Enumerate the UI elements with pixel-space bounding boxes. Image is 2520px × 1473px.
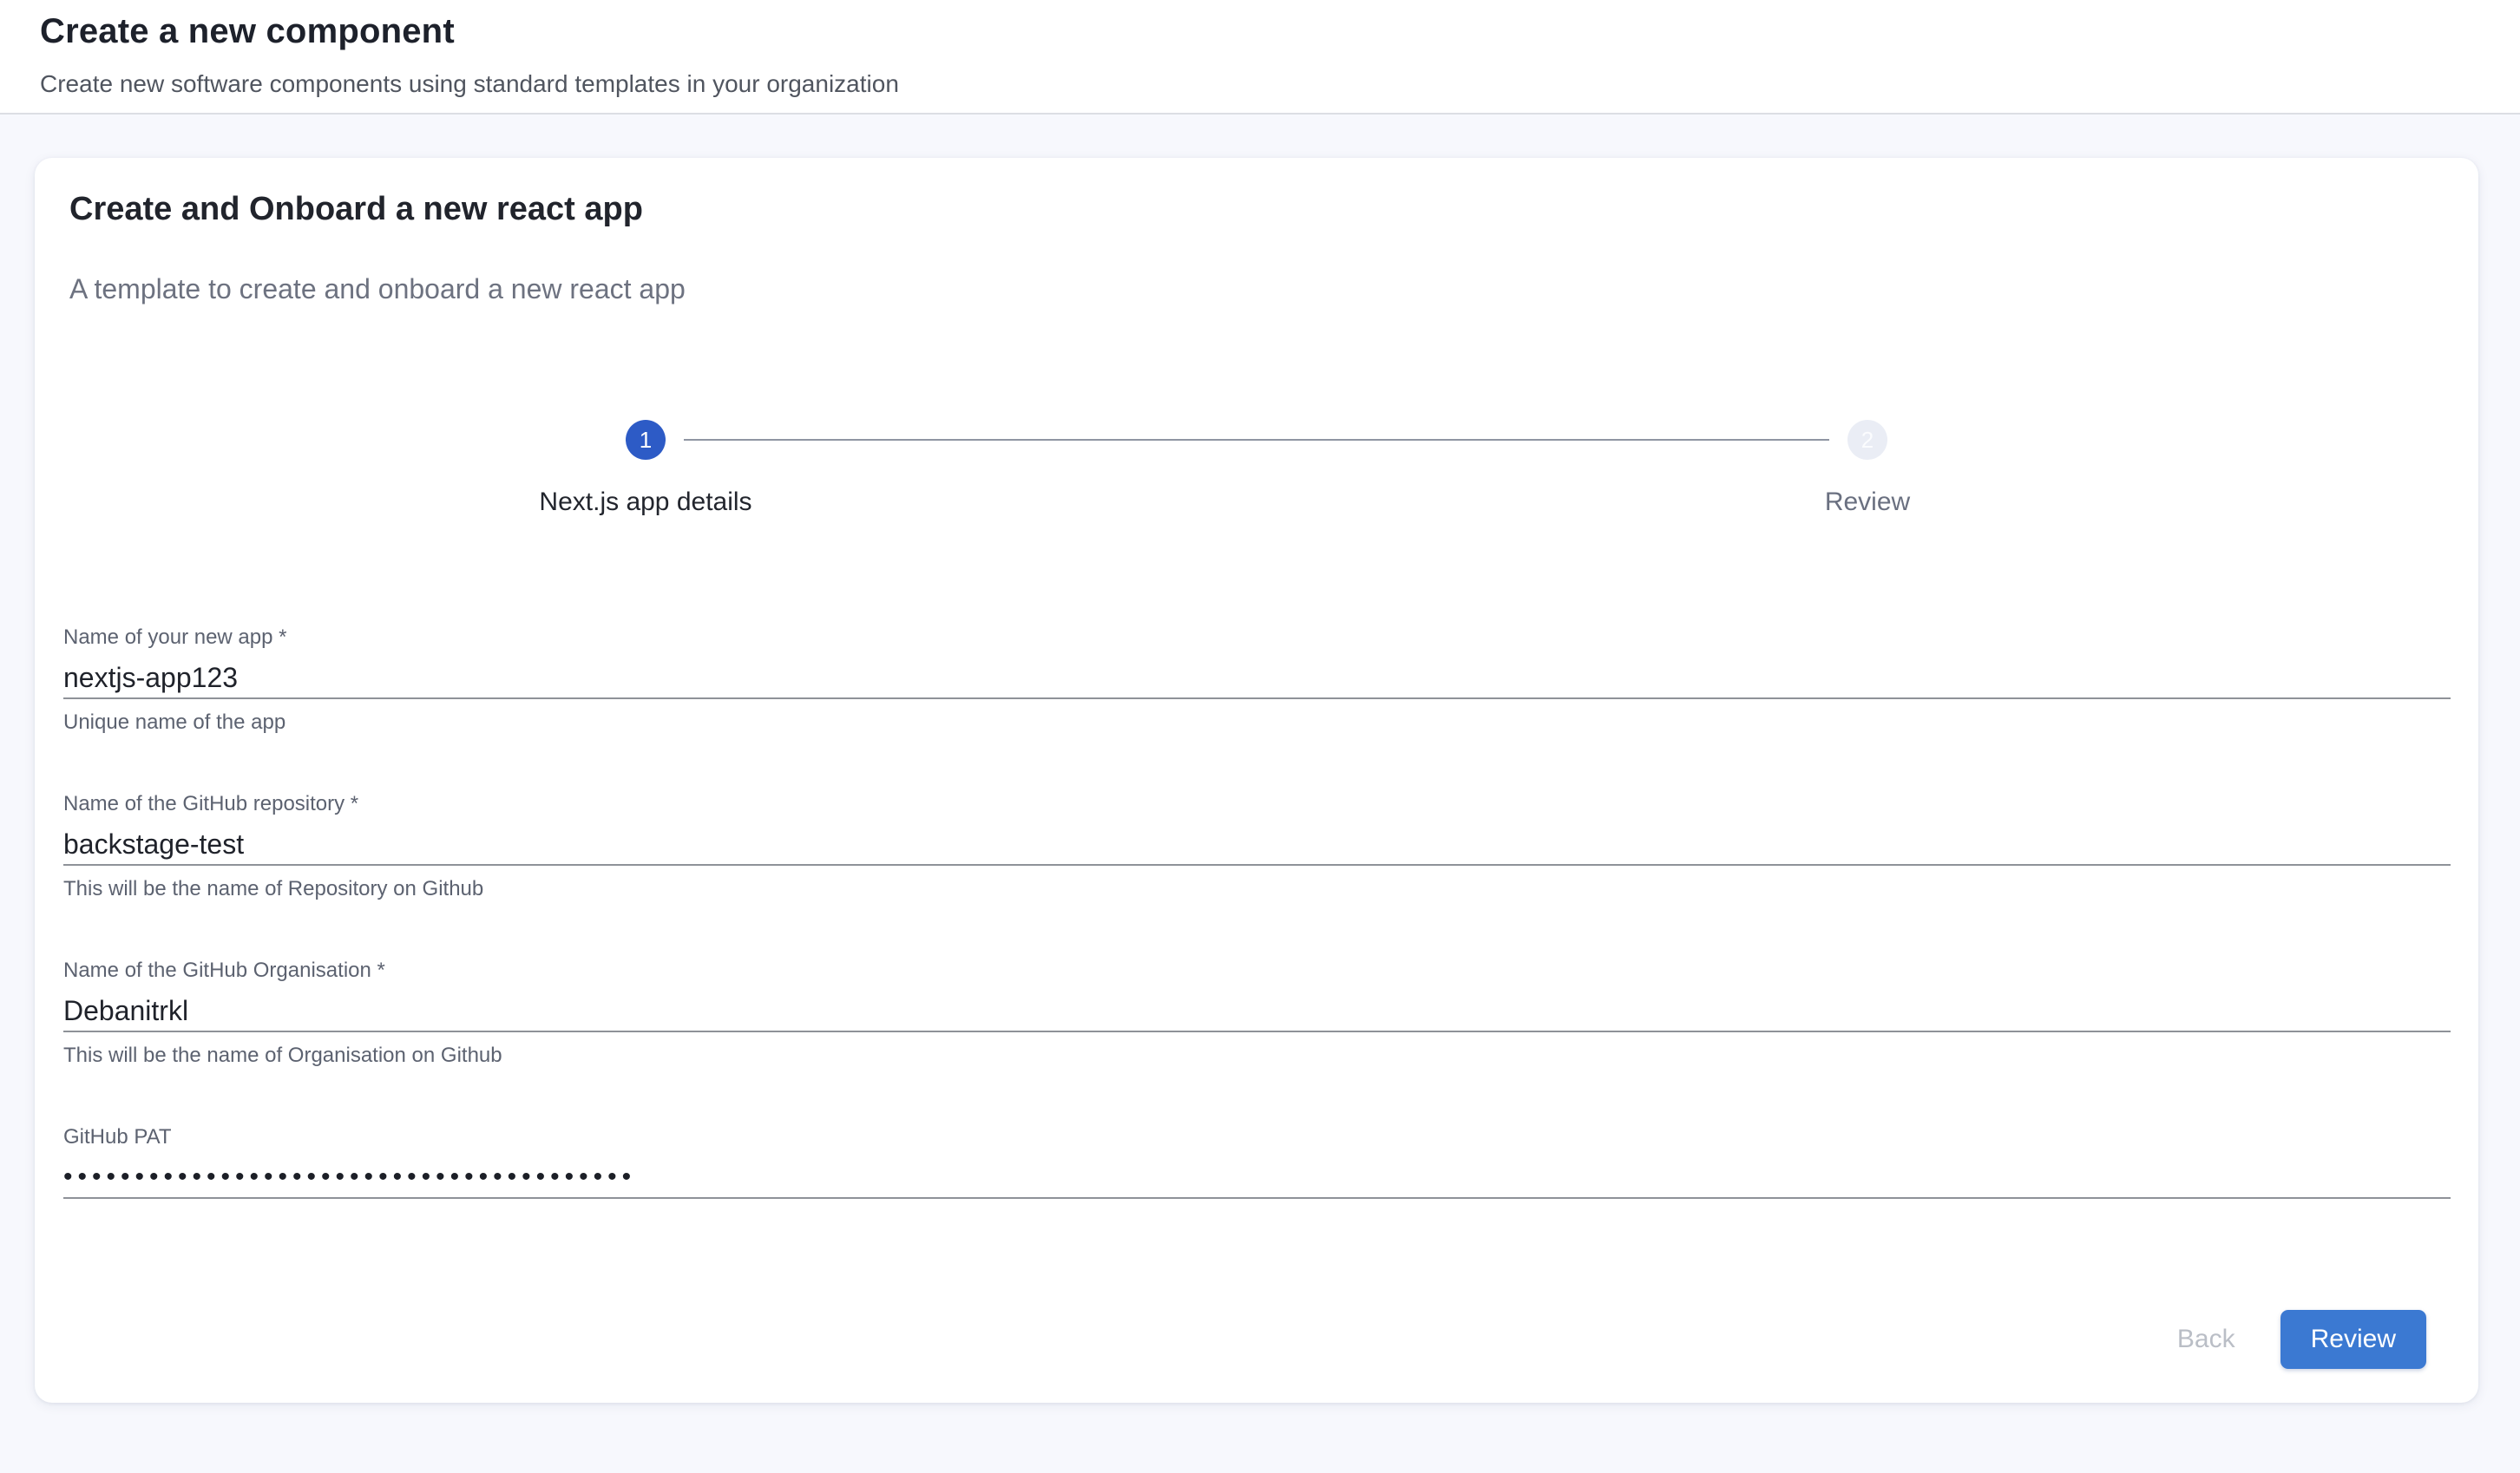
card-title: Create and Onboard a new react app (69, 191, 2444, 228)
github-pat-input[interactable] (63, 1157, 2451, 1199)
form-actions: Back Review (63, 1310, 2451, 1369)
repo-name-input[interactable] (63, 824, 2451, 866)
org-name-helper: This will be the name of Organisation on… (63, 1043, 2451, 1069)
repo-name-label: Name of the GitHub repository * (63, 791, 2451, 817)
page-subtitle: Create new software components using sta… (40, 70, 2478, 98)
field-org-name: Name of the GitHub Organisation * This w… (63, 958, 2451, 1069)
app-name-label: Name of your new app * (63, 625, 2451, 651)
org-name-label: Name of the GitHub Organisation * (63, 958, 2451, 984)
step-1-label: Next.js app details (539, 488, 751, 517)
step-app-details: 1 Next.js app details (35, 420, 1257, 517)
template-card: Create and Onboard a new react app A tem… (35, 158, 2478, 1403)
github-pat-label: GitHub PAT (63, 1124, 2451, 1150)
card-subtitle: A template to create and onboard a new r… (69, 273, 2444, 305)
repo-name-helper: This will be the name of Repository on G… (63, 876, 2451, 902)
main-content: Create and Onboard a new react app A tem… (0, 115, 2520, 1403)
stepper: 1 Next.js app details 2 Review (35, 420, 2478, 517)
card-head: Create and Onboard a new react app A tem… (35, 158, 2478, 305)
org-name-input[interactable] (63, 991, 2451, 1032)
field-repo-name: Name of the GitHub repository * This wil… (63, 791, 2451, 902)
field-github-pat: GitHub PAT (63, 1124, 2451, 1199)
app-name-input[interactable] (63, 658, 2451, 699)
step-review: 2 Review (1257, 420, 2478, 517)
page-title: Create a new component (40, 12, 2478, 51)
step-connector (684, 439, 1829, 441)
review-button[interactable]: Review (2280, 1310, 2426, 1369)
app-name-helper: Unique name of the app (63, 710, 2451, 736)
field-app-name: Name of your new app * Unique name of th… (63, 625, 2451, 736)
step-1-indicator: 1 (626, 420, 666, 460)
page-header: Create a new component Create new softwa… (0, 0, 2520, 115)
app-details-form: Name of your new app * Unique name of th… (35, 625, 2478, 1369)
back-button[interactable]: Back (2155, 1313, 2258, 1366)
step-2-indicator: 2 (1847, 420, 1887, 460)
step-2-label: Review (1825, 488, 1910, 517)
